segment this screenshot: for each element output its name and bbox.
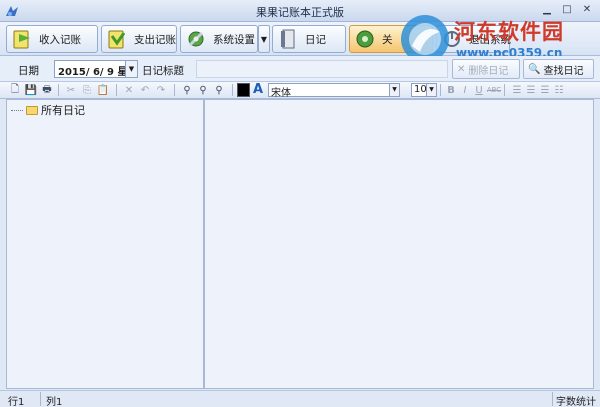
save-icon[interactable]: 💾	[24, 83, 38, 97]
diary-button[interactable]: 日记	[272, 25, 346, 53]
about-button-label: 关	[382, 33, 393, 46]
diary-tree[interactable]: 所有日记	[6, 99, 204, 389]
income-button[interactable]: 收入记账	[6, 25, 98, 53]
diary-title-label: 日记标题	[142, 65, 184, 77]
settings-button[interactable]: 系统设置	[180, 25, 258, 53]
search-icon: 🔍	[528, 63, 541, 75]
align-center-icon[interactable]: ☰	[524, 83, 538, 97]
diary-info-bar: 日期 2015/ 6/ 9 星期 ▼ 日记标题 ✕ 删除日记 🔍 查找日记	[0, 56, 600, 82]
paste-icon[interactable]: 📋	[96, 83, 110, 97]
book-icon	[281, 29, 295, 49]
status-col: 列1	[46, 397, 63, 407]
font-family-select[interactable]: 宋体 ▼	[268, 83, 400, 99]
delete-diary-button[interactable]: ✕ 删除日记	[452, 59, 520, 79]
folder-icon	[26, 105, 38, 115]
expense-ledger-icon	[108, 30, 126, 49]
replace-icon[interactable]: ⚲	[212, 83, 226, 97]
bold-icon[interactable]: B	[444, 83, 458, 97]
strikethrough-icon[interactable]: ABC	[487, 83, 501, 97]
delete-diary-label: 删除日记	[468, 65, 509, 77]
gear-icon	[356, 30, 374, 48]
settings-button-label: 系统设置	[213, 33, 255, 46]
align-left-icon[interactable]: ☰	[510, 83, 524, 97]
copy-icon[interactable]: ⎘	[80, 83, 94, 97]
bullet-list-icon[interactable]: ☷	[552, 83, 566, 97]
settings-dropdown-arrow[interactable]: ▼	[258, 25, 270, 53]
font-family-value: 宋体	[271, 88, 291, 99]
font-size-value: 10	[414, 84, 427, 95]
status-row: 行1	[8, 397, 25, 407]
status-word-count: 字数统计	[556, 397, 596, 407]
find-icon[interactable]: ⚲	[180, 83, 194, 97]
new-document-icon[interactable]: 🗋	[8, 83, 22, 97]
text-color-swatch[interactable]	[237, 83, 250, 97]
diary-title-input[interactable]	[196, 60, 448, 78]
income-ledger-icon	[13, 30, 30, 49]
date-label: 日期	[18, 65, 39, 77]
redo-icon[interactable]: ↷	[154, 83, 168, 97]
align-right-icon[interactable]: ☰	[538, 83, 552, 97]
diary-button-label: 日记	[305, 33, 326, 46]
cut-icon[interactable]: ✂	[64, 83, 78, 97]
chevron-down-icon[interactable]: ▼	[389, 84, 399, 96]
print-icon[interactable]: 🖶	[40, 83, 54, 97]
delete-x-icon: ✕	[457, 63, 466, 75]
delete-icon[interactable]: ✕	[122, 83, 136, 97]
find-next-icon[interactable]: ⚲	[196, 83, 210, 97]
font-icon[interactable]: A	[253, 82, 263, 97]
tree-item-all-diaries[interactable]: 所有日记	[11, 102, 85, 118]
income-button-label: 收入记账	[39, 33, 81, 46]
undo-icon[interactable]: ↶	[138, 83, 152, 97]
watermark-title: 河东软件园	[454, 19, 564, 44]
tools-icon	[188, 31, 204, 47]
chevron-down-icon[interactable]: ▼	[125, 61, 137, 77]
font-size-select[interactable]: 10 ▼	[411, 83, 437, 97]
date-picker[interactable]: 2015/ 6/ 9 星期 ▼	[54, 60, 138, 78]
search-diary-button[interactable]: 🔍 查找日记	[523, 59, 594, 79]
search-diary-label: 查找日记	[543, 65, 584, 77]
expense-button[interactable]: 支出记账	[101, 25, 177, 53]
tree-item-label: 所有日记	[41, 104, 85, 117]
expense-button-label: 支出记账	[134, 33, 176, 46]
italic-icon[interactable]: I	[458, 83, 472, 97]
diary-editor[interactable]	[204, 99, 594, 389]
status-bar: 行1 列1 字数统计	[0, 390, 600, 407]
chevron-down-icon[interactable]: ▼	[426, 84, 436, 96]
format-toolbar: 🗋 💾 🖶 ✂ ⎘ 📋 ✕ ↶ ↷ ⚲ ⚲ ⚲ A 宋体 ▼ 10 ▼ B I …	[0, 82, 600, 99]
underline-icon[interactable]: U	[472, 83, 486, 97]
